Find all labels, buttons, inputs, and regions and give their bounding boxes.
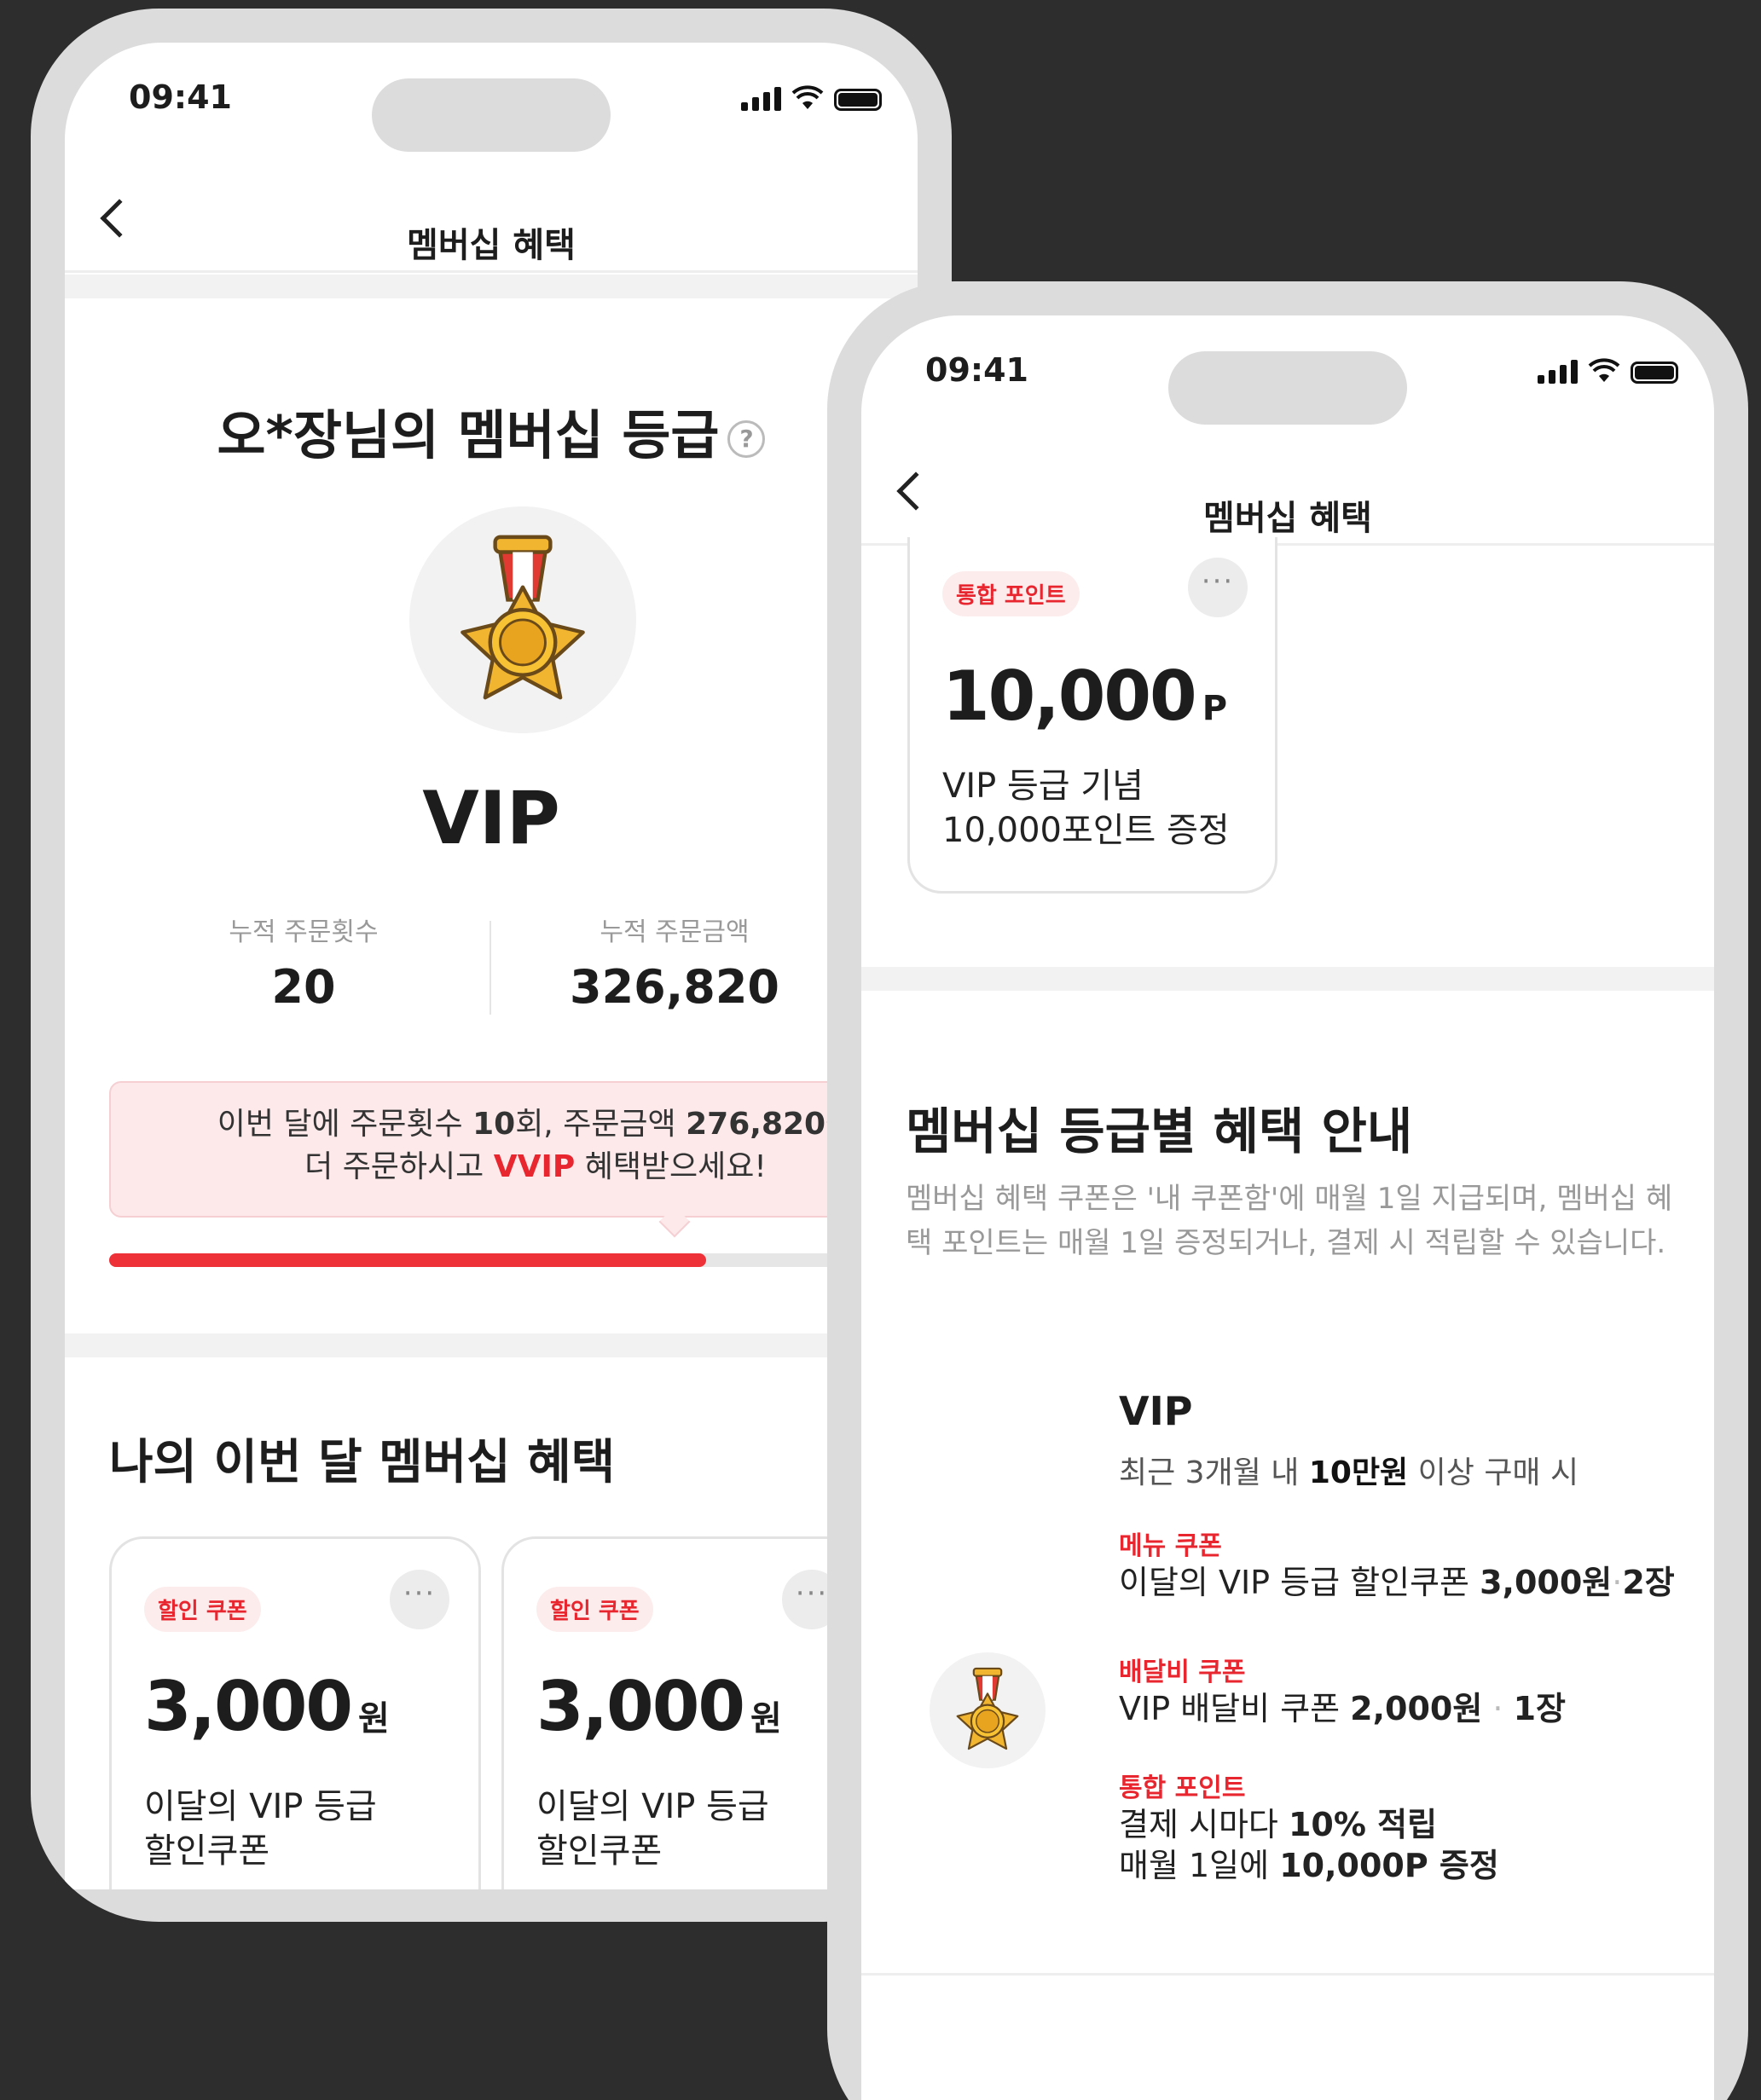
- stat-divider: [489, 921, 491, 1015]
- tier-name: 단골고객: [1119, 2091, 1263, 2100]
- dynamic-island: [1168, 351, 1407, 425]
- stat-value: 326,820: [570, 960, 779, 1014]
- page-title: 멤버십 혜택: [1203, 499, 1372, 538]
- stat-label: 누적 주문금액: [600, 917, 750, 947]
- stat-order-count: 누적 주문횟수 20: [176, 911, 432, 1014]
- more-icon[interactable]: ···: [1188, 558, 1248, 617]
- page-title: 멤버십 혜택: [407, 226, 576, 265]
- medal-badge: [409, 506, 636, 733]
- phone-mockup-1: 09:41 멤버십 혜택 오*장님의 멤버십 등급? VIP 누적 주문횟수 2…: [31, 9, 952, 1922]
- wifi-icon: [1588, 358, 1620, 382]
- status-icons: [1538, 358, 1678, 384]
- coupon-desc: 이달의 VIP 등급 할인쿠폰: [144, 1787, 377, 1871]
- phone-mockup-2: 09:41 멤버십 혜택 통합 포인트 ··· 10,000 P VIP 등급 기…: [827, 281, 1748, 2100]
- coupon-amount: 3,000 원: [536, 1667, 782, 1746]
- tier-medal-badge: [930, 1652, 1046, 1768]
- signal-icon: [741, 87, 781, 111]
- signal-icon: [1538, 360, 1578, 384]
- section-title: 나의 이번 달 멤버십 혜택: [109, 1435, 616, 1490]
- help-icon[interactable]: ?: [727, 419, 766, 458]
- point-amount: 10,000 P: [942, 657, 1227, 736]
- point-tag: 통합 포인트: [942, 571, 1080, 616]
- section-divider: [861, 967, 1714, 991]
- notice-line-1: 이번 달에 주문횟수 10회, 주문금액 276,820원: [217, 1107, 854, 1142]
- benefit-label-point: 통합 포인트: [1119, 1773, 1246, 1803]
- medal-icon: [956, 1667, 1019, 1750]
- guide-description: 멤버십 혜택 쿠폰은 '내 쿠폰함'에 매월 1일 지급되며, 멤버십 혜택 포…: [906, 1182, 1673, 1260]
- coupon-tag: 할인 쿠폰: [536, 1587, 653, 1632]
- medal-icon: [446, 532, 600, 703]
- nav-bar: 멤버십 혜택: [861, 443, 1714, 546]
- more-icon[interactable]: ···: [390, 1570, 449, 1629]
- tier-condition: 최근 3개월 내 10만원 이상 구매 시: [1119, 1455, 1579, 1490]
- section-divider: [65, 275, 918, 298]
- point-desc: VIP 등급 기념 10,000포인트 증정: [942, 767, 1230, 850]
- coupon-card[interactable]: 할인 쿠폰 ··· 3,000 원 이달의 VIP 등급 할인쿠폰: [109, 1536, 481, 1889]
- stat-order-amount: 누적 주문금액 326,820: [547, 911, 802, 1014]
- status-icons: [741, 85, 882, 111]
- battery-icon: [834, 89, 882, 111]
- grade-name: VIP: [422, 776, 560, 861]
- screen-1: 09:41 멤버십 혜택 오*장님의 멤버십 등급? VIP 누적 주문횟수 2…: [65, 43, 918, 1889]
- screen-2: 09:41 멤버십 혜택 통합 포인트 ··· 10,000 P VIP 등급 기…: [861, 315, 1714, 2100]
- battery-icon: [1631, 362, 1678, 384]
- coupon-card[interactable]: 할인 쿠폰 ··· 3,000 원 이달의 VIP 등급 할인쿠폰: [501, 1536, 873, 1889]
- benefit-delivery-coupon: VIP 배달비 쿠폰 2,000원 · 1장: [1119, 1690, 1566, 1727]
- status-time: 09:41: [925, 351, 1028, 389]
- coupon-amount: 3,000 원: [144, 1667, 390, 1746]
- status-time: 09:41: [129, 78, 232, 116]
- benefit-point: 결제 시마다 10% 적립 매월 1일에 10,000P 증정: [1119, 1806, 1499, 1884]
- upgrade-notice: 이번 달에 주문횟수 10회, 주문금액 276,820원 더 주문하시고 VV…: [109, 1081, 918, 1218]
- benefit-label-delivery: 배달비 쿠폰: [1119, 1657, 1246, 1687]
- wifi-icon: [791, 85, 824, 109]
- progress-bar: [109, 1253, 918, 1267]
- grade-title-text: 오*장님의 멤버십 등급: [217, 404, 720, 466]
- dynamic-island: [372, 78, 611, 152]
- section-divider: [65, 1333, 918, 1357]
- stat-label: 누적 주문횟수: [229, 917, 379, 947]
- nav-bar: 멤버십 혜택: [65, 171, 918, 273]
- coupon-desc: 이달의 VIP 등급 할인쿠폰: [536, 1787, 769, 1871]
- benefit-label-menu: 메뉴 쿠폰: [1119, 1531, 1222, 1561]
- stat-value: 20: [271, 960, 336, 1014]
- progress-fill: [109, 1253, 706, 1267]
- notice-line-2: 더 주문하시고 VVIP 혜택받으세요!: [304, 1149, 767, 1184]
- coupon-tag: 할인 쿠폰: [144, 1587, 261, 1632]
- benefit-menu-coupon: 이달의 VIP 등급 할인쿠폰 3,000원·2장: [1119, 1564, 1675, 1601]
- tier-divider: [861, 1973, 1714, 1976]
- guide-title: 멤버십 등급별 혜택 안내: [906, 1102, 1413, 1160]
- grade-title: 오*장님의 멤버십 등급?: [65, 392, 918, 469]
- point-card[interactable]: 통합 포인트 ··· 10,000 P VIP 등급 기념 10,000포인트 증정: [907, 537, 1277, 894]
- tier-name: VIP: [1119, 1388, 1193, 1434]
